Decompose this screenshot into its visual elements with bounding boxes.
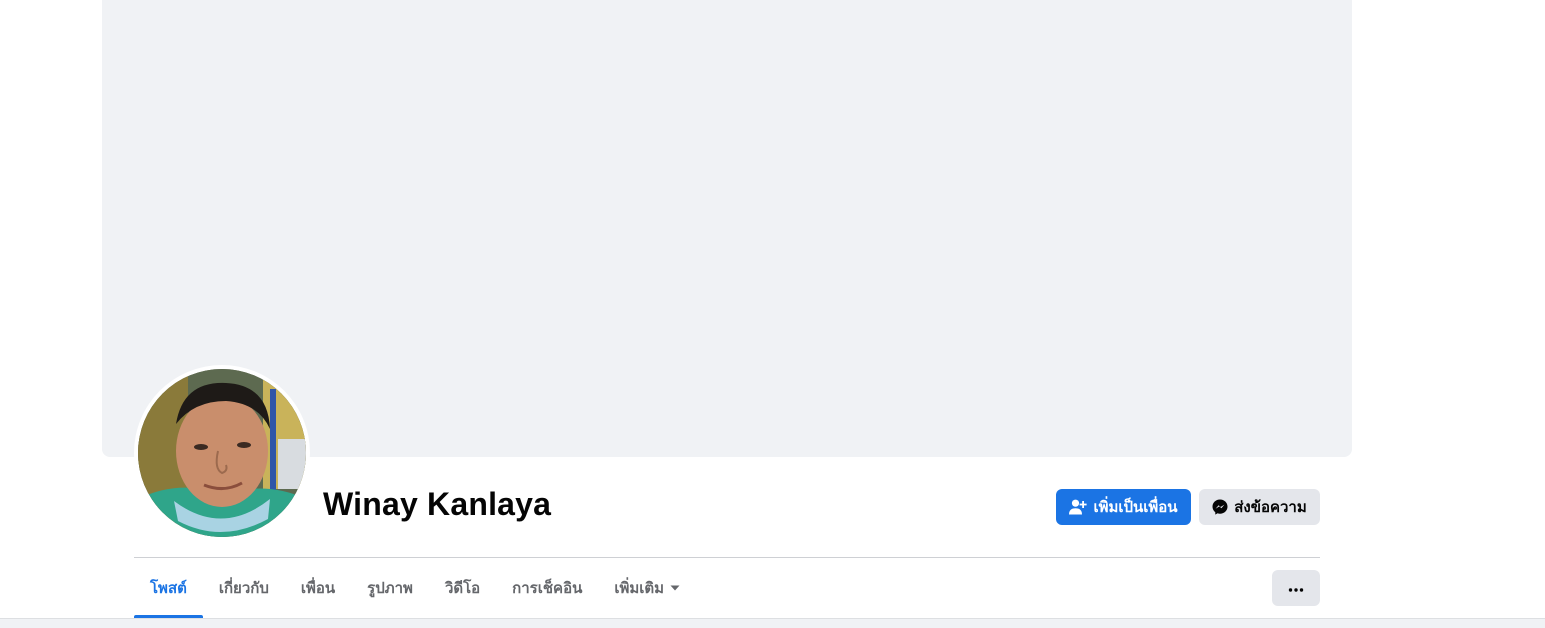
- tab-about[interactable]: เกี่ยวกับ: [203, 558, 285, 618]
- send-message-button[interactable]: ส่งข้อความ: [1199, 489, 1320, 525]
- cover-photo[interactable]: [102, 0, 1352, 457]
- tab-label: เพิ่มเติม: [614, 580, 665, 597]
- profile-photo: [138, 369, 306, 537]
- avatar[interactable]: [134, 365, 310, 541]
- tab-label: การเช็คอิน: [512, 580, 583, 597]
- tab-label: เกี่ยวกับ: [218, 580, 269, 597]
- tab-label: โพสต์: [150, 580, 187, 597]
- caret-down-icon: [670, 585, 680, 591]
- messenger-icon: [1212, 499, 1228, 515]
- profile-name: Winay Kanlaya: [323, 486, 552, 522]
- tab-videos[interactable]: วิดีโอ: [429, 558, 496, 618]
- more-options-button[interactable]: [1272, 570, 1320, 606]
- tab-more[interactable]: เพิ่มเติม: [598, 558, 696, 618]
- profile-tabs: โพสต์ เกี่ยวกับ เพื่อน รูปภาพ วิดีโอ การ…: [134, 558, 696, 618]
- send-message-label: ส่งข้อความ: [1234, 499, 1307, 516]
- tab-label: วิดีโอ: [444, 580, 481, 597]
- person-add-icon: [1069, 499, 1088, 515]
- tab-photos[interactable]: รูปภาพ: [351, 558, 429, 618]
- tab-label: เพื่อน: [300, 580, 336, 597]
- add-friend-label: เพิ่มเป็นเพื่อน: [1093, 499, 1178, 516]
- content-area-edge: [0, 618, 1545, 628]
- profile-page: Winay Kanlaya เพิ่มเป็นเพื่อน ส่งข้อความ…: [0, 0, 1545, 628]
- ellipsis-icon: [1288, 579, 1304, 597]
- tab-check-ins[interactable]: การเช็คอิน: [496, 558, 598, 618]
- tab-label: รูปภาพ: [367, 580, 413, 597]
- tab-posts[interactable]: โพสต์: [134, 558, 203, 618]
- add-friend-button[interactable]: เพิ่มเป็นเพื่อน: [1056, 489, 1191, 525]
- tab-friends[interactable]: เพื่อน: [285, 558, 351, 618]
